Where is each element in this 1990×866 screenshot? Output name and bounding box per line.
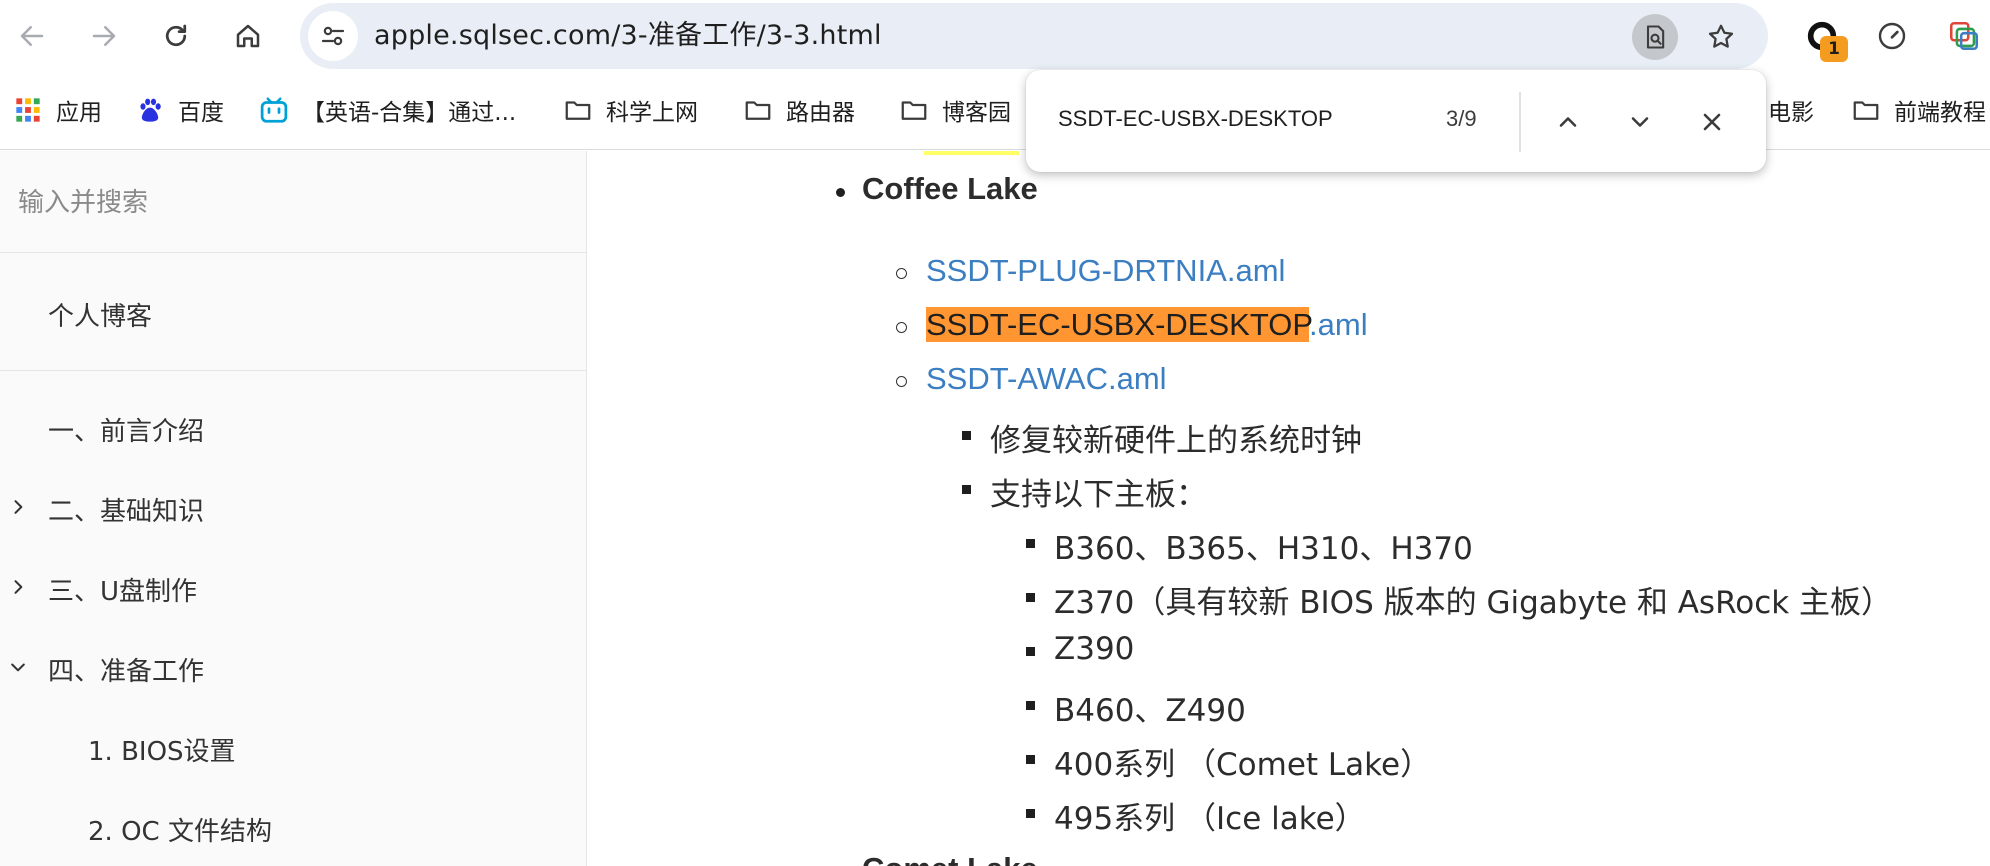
tabs-extension-icon <box>1949 21 1979 51</box>
sidebar-item-prep[interactable]: 四、准备工作 <box>0 637 586 697</box>
folder-icon <box>1850 94 1882 126</box>
list-bullet <box>836 188 845 197</box>
sidebar-item-basics[interactable]: 二、基础知识 <box>0 477 586 537</box>
bookmark-folder-blog[interactable]: 博客园 <box>898 92 1011 128</box>
chevron-up-icon <box>1559 117 1577 127</box>
link-ssdt-ec-usbx[interactable]: SSDT-EC-USBX-DESKTOP.aml <box>926 307 1368 343</box>
reload-icon <box>165 24 187 47</box>
find-previous-button[interactable] <box>1546 100 1590 144</box>
list-bullet <box>896 376 907 387</box>
bookmark-baidu[interactable]: 百度 <box>134 92 224 128</box>
bookmark-folder-frontend[interactable]: 前端教程 <box>1850 92 1986 128</box>
sidebar-blog-link[interactable]: 个人博客 <box>0 253 586 371</box>
list-bullet <box>1026 647 1035 656</box>
home-button[interactable] <box>226 14 270 58</box>
gauge-icon <box>1878 22 1906 50</box>
find-in-page-bar: SSDT-EC-USBX-DESKTOP 3/9 <box>1026 70 1766 172</box>
list-bullet <box>1026 809 1035 818</box>
reload-button[interactable] <box>154 14 198 58</box>
sidebar: 个人博客 一、前言介绍 二、基础知识 三、U盘制作 四、准备工作 1. BIOS… <box>0 151 587 866</box>
link-ssdt-awac[interactable]: SSDT-AWAC.aml <box>926 361 1167 397</box>
list-bullet <box>896 268 907 279</box>
list-item: 修复较新硬件上的系统时钟 <box>990 423 1362 459</box>
list-bullet <box>1026 539 1035 548</box>
list-item-board: Z390 <box>1054 631 1135 667</box>
list-item-heading-next: Comet Lake <box>862 851 1038 866</box>
star-icon <box>1708 24 1734 48</box>
back-button[interactable] <box>10 14 54 58</box>
list-item-board: Z370（具有较新 BIOS 版本的 Gigabyte 和 AsRock 主板） <box>1054 585 1893 621</box>
arrow-right-icon <box>92 26 116 46</box>
list-bullet <box>962 431 971 440</box>
folder-icon <box>562 94 594 126</box>
search-highlight-strip <box>924 151 1019 155</box>
bookmark-movie[interactable]: 电影 <box>1768 92 1814 128</box>
bookmark-apps[interactable]: 应用 <box>12 92 102 128</box>
bookmark-folder-router[interactable]: 路由器 <box>742 92 855 128</box>
forward-button[interactable] <box>82 14 126 58</box>
folder-icon <box>742 94 774 126</box>
list-item-board: B360、B365、H310、H370 <box>1054 531 1473 567</box>
sidebar-item-intro[interactable]: 一、前言介绍 <box>0 397 586 457</box>
sidebar-blog-label: 个人博客 <box>48 302 153 332</box>
article-content: Coffee Lake SSDT-PLUG-DRTNIA.aml SSDT-EC… <box>588 151 1990 866</box>
home-icon <box>236 24 260 48</box>
chevron-right-icon <box>14 500 23 514</box>
list-bullet <box>1026 593 1035 602</box>
sidebar-item-usb[interactable]: 三、U盘制作 <box>0 557 586 617</box>
baidu-paw-icon <box>134 94 166 126</box>
chevron-down-icon <box>1631 117 1649 127</box>
folder-icon <box>898 94 930 126</box>
arrow-left-icon <box>20 26 44 46</box>
bookmark-folder-vpn[interactable]: 科学上网 <box>562 92 698 128</box>
find-match-highlight: SSDT-EC-USBX-DESKTOP <box>926 307 1310 342</box>
list-item-board: 400系列 （Comet Lake） <box>1054 747 1432 783</box>
list-item-heading: Coffee Lake <box>862 171 1038 206</box>
find-match-count: 3/9 <box>1446 106 1477 131</box>
list-bullet <box>896 322 907 333</box>
chevron-right-icon <box>14 580 23 594</box>
speed-extension-button[interactable] <box>1870 14 1914 58</box>
bilibili-icon <box>258 94 290 126</box>
page-search-icon <box>1646 25 1665 49</box>
chevron-down-icon <box>11 663 25 672</box>
list-item: 支持以下主板： <box>990 477 1207 513</box>
address-bar[interactable]: apple.sqlsec.com/3-准备工作/3-3.html <box>300 3 1768 69</box>
google-lens-button[interactable] <box>1632 14 1678 60</box>
find-close-button[interactable] <box>1690 100 1734 144</box>
url-text[interactable]: apple.sqlsec.com/3-准备工作/3-3.html <box>374 20 882 52</box>
link-ssdt-plug[interactable]: SSDT-PLUG-DRTNIA.aml <box>926 253 1285 289</box>
tune-icon <box>321 26 345 46</box>
list-item-board: 495系列 （Ice lake） <box>1054 801 1366 837</box>
bookmark-bilibili[interactable]: 【英语-合集】通过... <box>258 92 516 128</box>
sidebar-search <box>0 151 586 253</box>
site-info-button[interactable] <box>308 11 358 61</box>
list-bullet <box>962 485 971 494</box>
tab-manager-button[interactable] <box>1942 14 1986 58</box>
sidebar-item-oc-structure[interactable]: 2. OC 文件结构 <box>0 797 586 857</box>
bookmark-star-button[interactable] <box>1698 14 1744 60</box>
browser-toolbar: apple.sqlsec.com/3-准备工作/3-3.html 1 <box>0 0 1990 72</box>
list-bullet <box>1026 755 1035 764</box>
list-bullet <box>1026 701 1035 710</box>
find-next-button[interactable] <box>1618 100 1662 144</box>
list-item-board: B460、Z490 <box>1054 693 1246 729</box>
close-icon <box>1703 113 1721 131</box>
sidebar-search-input[interactable] <box>16 181 556 225</box>
find-input[interactable]: SSDT-EC-USBX-DESKTOP <box>1058 106 1333 132</box>
apps-grid-icon <box>12 94 44 126</box>
sidebar-item-bios[interactable]: 1. BIOS设置 <box>0 717 586 777</box>
extension-badge: 1 <box>1820 36 1848 62</box>
find-divider <box>1519 92 1521 152</box>
